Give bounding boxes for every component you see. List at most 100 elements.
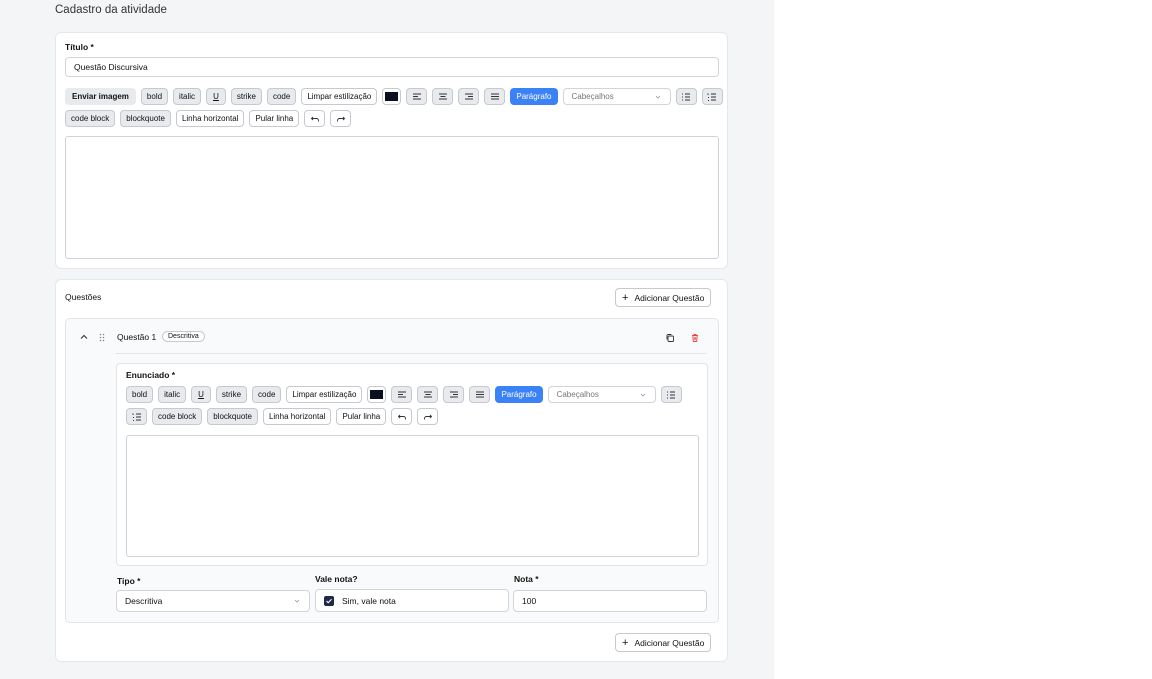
redo-icon xyxy=(336,116,345,121)
chevron-down-icon xyxy=(640,393,645,397)
questions-label: Questões xyxy=(65,292,102,302)
plus-icon: + xyxy=(622,291,629,304)
bullet-list-icon xyxy=(682,93,690,100)
align-right-button[interactable] xyxy=(458,88,480,105)
titulo-label: Título * xyxy=(65,42,94,52)
question-item: Questão 1 Descritiva Enunciado * bold it… xyxy=(65,318,719,623)
align-justify-icon xyxy=(475,391,484,397)
clear-formatting-button[interactable]: Limpar estilização xyxy=(301,88,378,105)
undo-button[interactable] xyxy=(304,110,326,127)
drag-handle-icon[interactable] xyxy=(99,333,105,342)
align-center-button[interactable] xyxy=(417,386,439,403)
send-image-button[interactable]: Enviar imagem xyxy=(65,88,136,105)
question-title: Questão 1 xyxy=(117,332,157,342)
horizontal-rule-button[interactable]: Linha horizontal xyxy=(175,110,245,127)
add-question-label: Adicionar Questão xyxy=(634,292,705,303)
strike-button[interactable]: strike xyxy=(215,386,248,403)
text-color-picker[interactable] xyxy=(367,386,387,403)
horizontal-rule-button[interactable]: Linha horizontal xyxy=(262,408,332,425)
align-justify-button[interactable] xyxy=(469,386,491,403)
code-button[interactable]: code xyxy=(252,386,282,403)
undo-button[interactable] xyxy=(391,408,413,425)
bold-button[interactable]: bold xyxy=(126,386,154,403)
align-justify-icon xyxy=(490,93,499,99)
question-type-badge: Descritiva xyxy=(162,331,205,342)
align-center-icon xyxy=(423,391,432,397)
enunciado-label: Enunciado * xyxy=(126,370,176,380)
copy-icon[interactable] xyxy=(665,333,675,343)
activity-card: Título * Questão Discursiva Enviar image… xyxy=(55,32,728,269)
line-break-button[interactable]: Pular linha xyxy=(336,408,387,425)
bullet-list-button[interactable] xyxy=(660,386,682,403)
paragraph-button[interactable]: Parágrafo xyxy=(510,88,558,105)
code-block-button[interactable]: code block xyxy=(152,408,203,425)
nota-input[interactable]: 100 xyxy=(513,590,707,612)
code-button[interactable]: code xyxy=(266,88,297,105)
titulo-input[interactable]: Questão Discursiva xyxy=(65,57,719,77)
chevron-down-icon xyxy=(655,95,660,99)
add-question-label: Adicionar Questão xyxy=(634,637,705,648)
paragraph-button[interactable]: Parágrafo xyxy=(495,386,543,403)
check-icon xyxy=(326,598,332,603)
ordered-list-button[interactable] xyxy=(126,408,147,425)
align-left-button[interactable] xyxy=(406,88,428,105)
align-right-icon xyxy=(464,93,473,99)
color-swatch xyxy=(385,92,399,101)
headings-select-value: Cabeçalhos xyxy=(556,390,599,399)
plus-icon: + xyxy=(622,636,629,649)
chevron-up-icon[interactable] xyxy=(79,332,89,342)
page-background: Cadastro da atividade Título * Questão D… xyxy=(0,0,774,679)
question-divider xyxy=(116,353,706,354)
page-title: Cadastro da atividade xyxy=(55,4,167,16)
enunciado-container: Enunciado * bold italic U strike code Li… xyxy=(116,363,708,566)
add-question-button-top[interactable]: + Adicionar Questão xyxy=(615,288,712,307)
ordered-list-icon xyxy=(707,93,716,101)
headings-select[interactable]: Cabeçalhos xyxy=(547,386,656,403)
blockquote-button[interactable]: blockquote xyxy=(207,408,258,425)
editor-toolbar: Enviar imagem bold italic U strike code … xyxy=(65,88,725,127)
tipo-select-value: Descritiva xyxy=(125,596,163,606)
description-editor[interactable] xyxy=(65,136,719,259)
questions-card: Questões + Adicionar Questão Questão 1 D… xyxy=(55,279,728,662)
headings-select-value: Cabeçalhos xyxy=(571,92,614,101)
enunciado-editor[interactable] xyxy=(126,435,699,557)
nota-label: Nota * xyxy=(514,574,539,584)
align-center-button[interactable] xyxy=(432,88,454,105)
underline-button[interactable]: U xyxy=(191,386,211,403)
redo-icon xyxy=(423,414,432,419)
ordered-list-button[interactable] xyxy=(701,88,723,105)
undo-icon xyxy=(397,414,406,419)
underline-button[interactable]: U xyxy=(206,88,226,105)
align-left-button[interactable] xyxy=(391,386,413,403)
chevron-down-icon xyxy=(294,599,300,603)
enunciado-toolbar: bold italic U strike code Limpar estiliz… xyxy=(126,386,704,425)
vale-nota-checkbox[interactable] xyxy=(324,595,334,606)
vale-nota-label: Vale nota? xyxy=(315,574,358,584)
redo-button[interactable] xyxy=(417,408,439,425)
code-block-button[interactable]: code block xyxy=(65,110,116,127)
redo-button[interactable] xyxy=(330,110,352,127)
align-right-button[interactable] xyxy=(443,386,465,403)
italic-button[interactable]: italic xyxy=(158,386,187,403)
tipo-select[interactable]: Descritiva xyxy=(116,590,310,612)
bold-button[interactable]: bold xyxy=(140,88,169,105)
trash-icon[interactable] xyxy=(690,333,700,343)
line-break-button[interactable]: Pular linha xyxy=(249,110,300,127)
align-justify-button[interactable] xyxy=(484,88,506,105)
color-swatch xyxy=(370,390,384,399)
clear-formatting-button[interactable]: Limpar estilização xyxy=(286,386,363,403)
add-question-button-bottom[interactable]: + Adicionar Questão xyxy=(615,633,712,652)
headings-select[interactable]: Cabeçalhos xyxy=(562,88,671,105)
align-center-icon xyxy=(438,93,447,99)
align-left-icon xyxy=(412,93,421,99)
italic-button[interactable]: italic xyxy=(173,88,202,105)
tipo-label: Tipo * xyxy=(117,576,141,586)
blockquote-button[interactable]: blockquote xyxy=(120,110,171,127)
bullet-list-button[interactable] xyxy=(675,88,697,105)
text-color-picker[interactable] xyxy=(382,88,402,105)
bullet-list-icon xyxy=(667,391,676,398)
ordered-list-icon xyxy=(132,413,141,421)
vale-nota-field: Sim, vale nota xyxy=(315,589,509,612)
strike-button[interactable]: strike xyxy=(230,88,262,105)
undo-icon xyxy=(310,116,319,121)
